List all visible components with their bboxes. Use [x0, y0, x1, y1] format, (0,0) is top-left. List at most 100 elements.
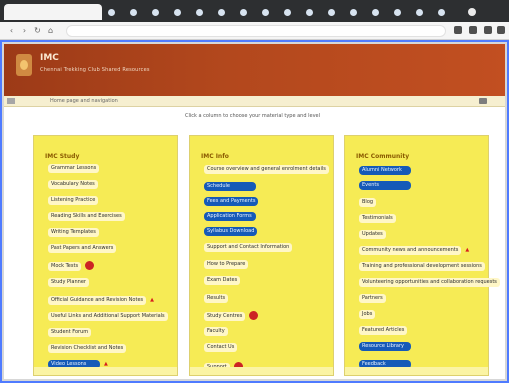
- community-link[interactable]: Resource Library: [359, 342, 411, 351]
- item-label: Resource Library: [359, 342, 411, 351]
- site-header: IMC Chennai Trekking Club Shared Resourc…: [0, 40, 509, 96]
- item-label: Jobs: [359, 310, 376, 319]
- column-title: IMC Community: [356, 153, 410, 160]
- community-item[interactable]: Testimonials: [359, 214, 396, 223]
- forward-icon[interactable]: ›: [20, 26, 29, 35]
- info-item[interactable]: Results: [204, 294, 229, 303]
- info-item[interactable]: Exam Dates: [204, 276, 241, 285]
- new-tab-icon[interactable]: [468, 8, 476, 16]
- tab-icon[interactable]: [284, 9, 291, 16]
- profile-icon[interactable]: [484, 26, 492, 34]
- community-item[interactable]: Jobs: [359, 310, 376, 319]
- menu-icon[interactable]: [497, 26, 505, 34]
- home-icon[interactable]: ⌂: [46, 26, 55, 35]
- tab-icon[interactable]: [130, 9, 137, 16]
- study-item[interactable]: Revision Checklist and Notes: [48, 344, 127, 353]
- info-item[interactable]: Contact Us: [204, 343, 238, 352]
- item-label: Writing Templates: [48, 228, 99, 237]
- info-link[interactable]: Syllabus Download: [204, 227, 258, 236]
- info-link[interactable]: Schedule: [204, 182, 256, 191]
- community-item[interactable]: Updates: [359, 230, 386, 239]
- info-item[interactable]: Course overview and general enrolment de…: [204, 165, 329, 174]
- tab-icon[interactable]: [262, 9, 269, 16]
- item-label: Reading Skills and Exercises: [48, 212, 125, 221]
- study-item-with-alert[interactable]: Mock Tests: [48, 261, 95, 271]
- item-label: Course overview and general enrolment de…: [204, 165, 329, 174]
- tab-icon[interactable]: [372, 9, 379, 16]
- study-item-with-caret[interactable]: Official Guidance and Revision Notes ▲: [48, 296, 154, 305]
- item-label: Fees and Payments: [204, 197, 259, 206]
- study-item[interactable]: Vocabulary Notes: [48, 180, 98, 189]
- study-item[interactable]: Reading Skills and Exercises: [48, 212, 125, 221]
- back-icon[interactable]: ‹: [7, 26, 16, 35]
- item-label: Useful Links and Additional Support Mate…: [48, 312, 168, 321]
- community-item[interactable]: Partners: [359, 294, 386, 303]
- item-label: Alumni Network: [359, 166, 411, 175]
- info-link[interactable]: Fees and Payments: [204, 197, 259, 206]
- info-column: IMC Info Course overview and general enr…: [189, 135, 334, 376]
- item-label: Study Centres: [204, 312, 246, 321]
- study-item[interactable]: Listening Practice: [48, 196, 99, 205]
- tab-icon[interactable]: [196, 9, 203, 16]
- community-link[interactable]: Events: [359, 181, 411, 190]
- community-item-with-caret[interactable]: Community news and announcements ▲: [359, 246, 469, 255]
- info-item[interactable]: How to Prepare: [204, 260, 249, 269]
- caret-icon: ▲: [150, 297, 154, 303]
- brand-title: IMC: [40, 53, 59, 63]
- tab-icon[interactable]: [218, 9, 225, 16]
- info-item[interactable]: Support and Contact Information: [204, 243, 293, 252]
- item-label: Past Papers and Answers: [48, 244, 117, 253]
- community-item[interactable]: Training and professional development se…: [359, 262, 485, 271]
- item-label: Revision Checklist and Notes: [48, 344, 127, 353]
- reload-icon[interactable]: ↻: [33, 26, 42, 35]
- study-item[interactable]: Study Planner: [48, 278, 89, 287]
- tab-icon[interactable]: [306, 9, 313, 16]
- tab-icon[interactable]: [108, 9, 115, 16]
- tab-icon[interactable]: [394, 9, 401, 16]
- browser-tab-strip: [0, 0, 509, 22]
- item-label: Events: [359, 181, 411, 190]
- alert-dot-icon: [85, 261, 95, 270]
- active-tab[interactable]: [4, 4, 102, 20]
- tab-icon[interactable]: [416, 9, 423, 16]
- community-link[interactable]: Alumni Network: [359, 166, 411, 175]
- column-foot: [190, 367, 333, 375]
- item-label: Community news and announcements: [359, 246, 462, 255]
- study-item[interactable]: Useful Links and Additional Support Mate…: [48, 312, 168, 321]
- study-item[interactable]: Past Papers and Answers: [48, 244, 117, 253]
- study-column: IMC Study Grammar Lessons Vocabulary Not…: [33, 135, 178, 376]
- brand-subtitle: Chennai Trekking Club Shared Resources: [40, 67, 150, 73]
- item-label: Vocabulary Notes: [48, 180, 98, 189]
- item-label: Contact Us: [204, 343, 238, 352]
- tab-icon[interactable]: [240, 9, 247, 16]
- address-bar[interactable]: [66, 25, 446, 37]
- info-item-with-alert[interactable]: Study Centres: [204, 311, 259, 321]
- right-end-icon[interactable]: [479, 98, 487, 104]
- item-label: Testimonials: [359, 214, 396, 223]
- tab-icon[interactable]: [350, 9, 357, 16]
- main-content: Click a column to choose your material t…: [0, 107, 509, 383]
- tab-icon[interactable]: [438, 9, 445, 16]
- column-title: IMC Study: [45, 153, 80, 160]
- study-item[interactable]: Grammar Lessons: [48, 164, 100, 173]
- community-item[interactable]: Blog: [359, 198, 377, 207]
- extensions-icon[interactable]: [469, 26, 477, 34]
- item-label: Listening Practice: [48, 196, 99, 205]
- tab-icon[interactable]: [152, 9, 159, 16]
- item-label: Study Planner: [48, 278, 89, 287]
- study-item[interactable]: Student Forum: [48, 328, 92, 337]
- info-item[interactable]: Faculty: [204, 327, 228, 336]
- tab-icon[interactable]: [328, 9, 335, 16]
- left-arrow-icon[interactable]: [7, 98, 15, 104]
- item-label: Schedule: [204, 182, 256, 191]
- subnav-label: Home page and navigation: [50, 98, 118, 104]
- item-label: Featured Articles: [359, 326, 408, 335]
- info-link[interactable]: Application Forms: [204, 212, 256, 221]
- study-item[interactable]: Writing Templates: [48, 228, 99, 237]
- community-item[interactable]: Featured Articles: [359, 326, 408, 335]
- community-item[interactable]: Volunteering opportunities and collabora…: [359, 278, 500, 287]
- tab-icon[interactable]: [174, 9, 181, 16]
- item-label: Mock Tests: [48, 262, 82, 271]
- subnav-bar: Home page and navigation: [0, 96, 509, 107]
- bookmark-icon[interactable]: [454, 26, 462, 34]
